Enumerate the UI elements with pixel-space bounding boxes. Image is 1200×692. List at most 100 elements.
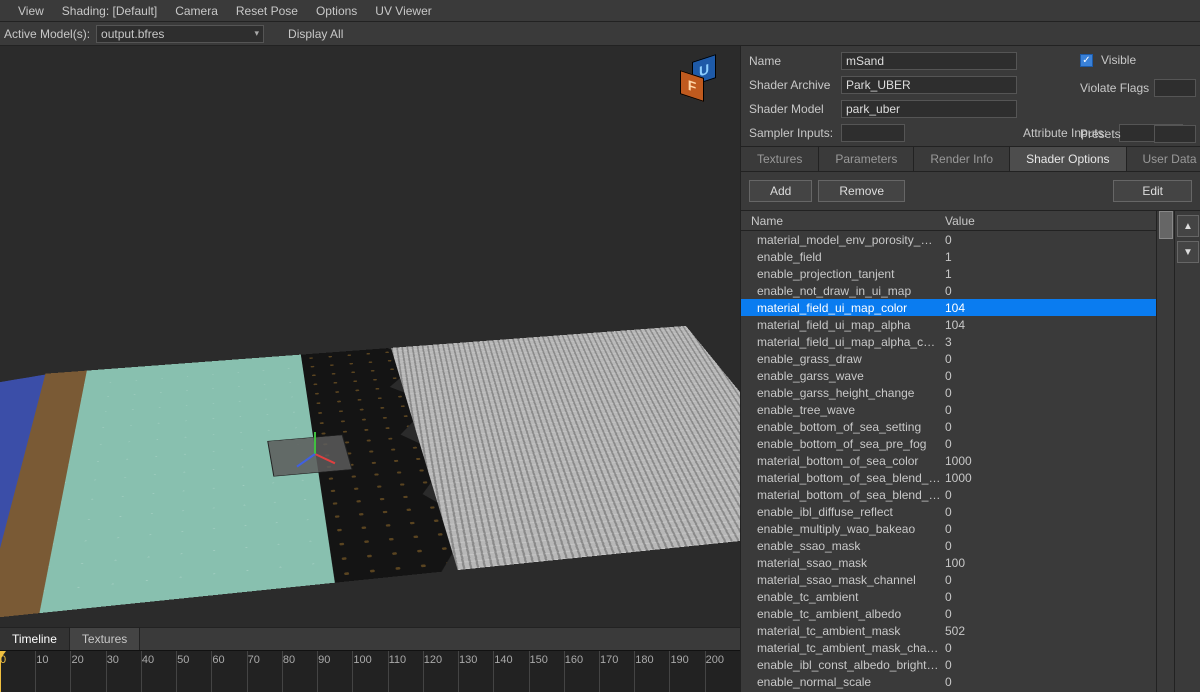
- table-row[interactable]: material_tc_ambient_mask_channel0: [741, 639, 1156, 656]
- shader-options-table[interactable]: Name Value material_model_env_porosity_m…: [741, 211, 1156, 692]
- timeline-tick: 130: [458, 651, 493, 692]
- cell-name: enable_tree_wave: [741, 403, 941, 417]
- 3d-viewport[interactable]: U F: [0, 46, 740, 627]
- cell-name: enable_not_draw_in_ui_map: [741, 284, 941, 298]
- table-row[interactable]: enable_tc_ambient_albedo0: [741, 605, 1156, 622]
- cell-name: enable_ibl_const_albedo_brightness: [741, 658, 941, 672]
- table-row[interactable]: enable_bottom_of_sea_pre_fog0: [741, 435, 1156, 452]
- panel-tab-user-data[interactable]: User Data: [1127, 147, 1200, 171]
- shader-archive-label: Shader Archive: [749, 78, 835, 92]
- timeline-tick: 20: [70, 651, 105, 692]
- timeline-playhead[interactable]: [0, 651, 1, 692]
- table-row[interactable]: enable_normal_scale0: [741, 673, 1156, 690]
- panel-tab-textures[interactable]: Textures: [741, 147, 819, 171]
- table-row[interactable]: material_bottom_of_sea_color1000: [741, 452, 1156, 469]
- table-row[interactable]: enable_tc_ambient0: [741, 588, 1156, 605]
- table-row[interactable]: material_model_env_porosity_mask_cha...0: [741, 231, 1156, 248]
- visible-checkbox[interactable]: ✓: [1080, 54, 1093, 67]
- menu-uv-viewer[interactable]: UV Viewer: [375, 4, 431, 18]
- cell-value: 0: [941, 539, 1156, 553]
- violate-flags-label: Violate Flags: [1080, 81, 1150, 95]
- cell-value: 0: [941, 522, 1156, 536]
- timeline-tick: 90: [317, 651, 352, 692]
- table-row[interactable]: enable_field1: [741, 248, 1156, 265]
- table-row[interactable]: enable_garss_wave0: [741, 367, 1156, 384]
- cell-name: enable_field: [741, 250, 941, 264]
- table-row[interactable]: material_field_ui_map_color104: [741, 299, 1156, 316]
- transform-gizmo[interactable]: [300, 428, 330, 458]
- column-name[interactable]: Name: [741, 211, 941, 230]
- table-row[interactable]: material_ssao_mask_channel0: [741, 571, 1156, 588]
- sampler-inputs-field[interactable]: [841, 124, 905, 142]
- column-value[interactable]: Value: [941, 211, 1156, 230]
- toolbar: Active Model(s): output.bfres ▾ Display …: [0, 22, 1200, 46]
- panel-tab-parameters[interactable]: Parameters: [819, 147, 914, 171]
- cell-name: material_bottom_of_sea_blend_channel: [741, 488, 941, 502]
- cell-value: 0: [941, 437, 1156, 451]
- cell-name: enable_normal_scale: [741, 675, 941, 689]
- cell-name: material_ssao_mask_channel: [741, 573, 941, 587]
- table-row[interactable]: material_bottom_of_sea_blend_param1000: [741, 469, 1156, 486]
- table-row[interactable]: material_field_ui_map_alpha104: [741, 316, 1156, 333]
- table-row[interactable]: enable_bottom_of_sea_setting0: [741, 418, 1156, 435]
- shader-archive-field[interactable]: [841, 76, 1017, 94]
- cell-name: enable_ibl_diffuse_reflect: [741, 505, 941, 519]
- properties-panel: ✓ Visible Violate Flags Presets Name Sha…: [740, 46, 1200, 692]
- cell-name: material_tc_ambient_mask_channel: [741, 641, 941, 655]
- vertical-scrollbar[interactable]: [1156, 211, 1174, 692]
- cell-value: 0: [941, 386, 1156, 400]
- menu-reset-pose[interactable]: Reset Pose: [236, 4, 298, 18]
- cell-value: 0: [941, 675, 1156, 689]
- table-row[interactable]: enable_multiply_wao_bakeao0: [741, 520, 1156, 537]
- tab-timeline[interactable]: Timeline: [0, 628, 70, 650]
- timeline-tick: 60: [211, 651, 246, 692]
- table-row[interactable]: enable_not_draw_in_ui_map0: [741, 282, 1156, 299]
- cell-value: 0: [941, 641, 1156, 655]
- cell-name: enable_tc_ambient: [741, 590, 941, 604]
- table-row[interactable]: material_bottom_of_sea_blend_channel0: [741, 486, 1156, 503]
- panel-tab-shader-options[interactable]: Shader Options: [1010, 147, 1126, 171]
- orientation-gizmo[interactable]: U F: [678, 58, 722, 102]
- table-row[interactable]: material_ssao_mask100: [741, 554, 1156, 571]
- table-row[interactable]: enable_projection_tanjent1: [741, 265, 1156, 282]
- menu-options[interactable]: Options: [316, 4, 357, 18]
- edit-button[interactable]: Edit: [1113, 180, 1192, 202]
- table-row[interactable]: material_tc_ambient_mask502: [741, 622, 1156, 639]
- timeline-tick: 200: [705, 651, 740, 692]
- cell-value: 1000: [941, 471, 1156, 485]
- cell-value: 0: [941, 590, 1156, 604]
- menu-camera[interactable]: Camera: [175, 4, 218, 18]
- table-row[interactable]: enable_ssao_mask0: [741, 537, 1156, 554]
- timeline[interactable]: 0102030405060708090100110120130140150160…: [0, 650, 740, 692]
- timeline-tick: 80: [282, 651, 317, 692]
- presets-field[interactable]: [1154, 125, 1196, 143]
- timeline-tick: 120: [423, 651, 458, 692]
- menu-shading[interactable]: Shading: [Default]: [62, 4, 157, 18]
- active-models-combo[interactable]: output.bfres ▾: [96, 25, 264, 43]
- cell-value: 1: [941, 267, 1156, 281]
- menu-view[interactable]: View: [18, 4, 44, 18]
- move-up-button[interactable]: ▲: [1177, 215, 1199, 237]
- name-field[interactable]: [841, 52, 1017, 70]
- chevron-down-icon: ▾: [255, 28, 260, 39]
- cell-value: 1000: [941, 454, 1156, 468]
- table-row[interactable]: enable_ibl_const_albedo_brightness0: [741, 656, 1156, 673]
- cell-value: 0: [941, 233, 1156, 247]
- add-button[interactable]: Add: [749, 180, 812, 202]
- scrollbar-thumb[interactable]: [1159, 211, 1173, 239]
- panel-tab-render-info[interactable]: Render Info: [914, 147, 1010, 171]
- remove-button[interactable]: Remove: [818, 180, 905, 202]
- timeline-tick: 40: [141, 651, 176, 692]
- move-down-button[interactable]: ▼: [1177, 241, 1199, 263]
- table-row[interactable]: material_field_ui_map_alpha_channel3: [741, 333, 1156, 350]
- tab-textures[interactable]: Textures: [70, 628, 140, 650]
- shader-model-field[interactable]: [841, 100, 1017, 118]
- table-row[interactable]: enable_garss_height_change0: [741, 384, 1156, 401]
- violate-flags-field[interactable]: [1154, 79, 1196, 97]
- cell-value: 104: [941, 301, 1156, 315]
- cell-name: enable_ssao_mask: [741, 539, 941, 553]
- table-row[interactable]: enable_ibl_diffuse_reflect0: [741, 503, 1156, 520]
- table-row[interactable]: enable_tree_wave0: [741, 401, 1156, 418]
- table-row[interactable]: enable_grass_draw0: [741, 350, 1156, 367]
- display-all-button[interactable]: Display All: [288, 27, 343, 41]
